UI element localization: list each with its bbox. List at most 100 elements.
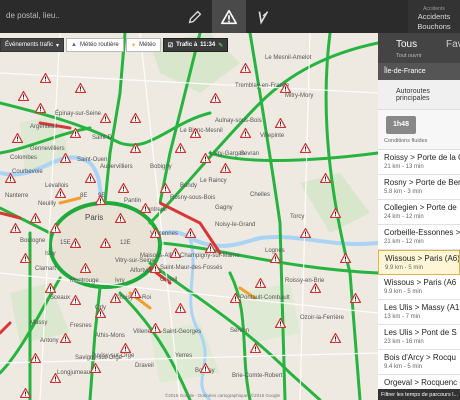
route-item[interactable]: Les Ulis > Massy (A1 13 km - 7 min (378, 300, 460, 325)
pencil-icon[interactable]: ✎ (218, 42, 223, 49)
hazard-warning-icon[interactable] (220, 163, 231, 173)
accidents-bouchons-button[interactable]: Accidents Accidents Bouchons (408, 0, 460, 33)
hazard-warning-icon[interactable] (330, 333, 341, 343)
route-item[interactable]: Roissy > Porte de la C 21 km - 13 min (378, 150, 460, 175)
hazard-warning-icon[interactable] (118, 183, 129, 193)
hazard-warning-icon[interactable] (170, 248, 181, 258)
hazard-warning-icon[interactable] (240, 128, 251, 138)
hazard-warning-icon[interactable] (300, 228, 311, 238)
pencil-icon (188, 10, 202, 23)
hazard-warning-icon[interactable] (300, 143, 311, 153)
hazard-warning-icon[interactable] (85, 173, 96, 183)
hazard-warning-icon[interactable] (20, 253, 31, 263)
hazard-warning-icon[interactable] (90, 363, 101, 373)
hazard-warning-icon[interactable] (210, 93, 221, 103)
hazard-warning-icon[interactable] (150, 323, 161, 333)
hazard-warning-icon[interactable] (70, 238, 81, 248)
tab-favoris[interactable]: Favo (446, 39, 460, 50)
hazard-warning-icon[interactable] (330, 208, 341, 218)
hazard-warning-icon[interactable] (230, 293, 241, 303)
hazard-warning-icon[interactable] (80, 263, 91, 273)
hazard-warning-icon[interactable] (55, 188, 66, 198)
hazard-warning-icon[interactable] (70, 128, 81, 138)
hazard-warning-icon[interactable] (95, 195, 106, 205)
hazard-warning-icon[interactable] (270, 253, 281, 263)
route-item[interactable]: Rosny > Porte de Ber 5.8 km - 3 min (378, 175, 460, 200)
warning-tool-button[interactable] (212, 0, 246, 33)
hazard-warning-icon[interactable] (205, 243, 216, 253)
hazard-warning-icon[interactable] (280, 83, 291, 93)
hazard-warning-icon[interactable] (40, 73, 51, 83)
hazard-warning-icon[interactable] (275, 118, 286, 128)
hazard-warning-icon[interactable] (250, 343, 261, 353)
check-tool-button[interactable] (246, 0, 280, 33)
hazard-warning-icon[interactable] (10, 223, 21, 233)
hazard-warning-icon[interactable] (100, 238, 111, 248)
hazard-warning-icon[interactable] (185, 228, 196, 238)
trafic-label: Trafic à (176, 42, 198, 48)
meteo-toggle[interactable]: ☀ Météo (125, 38, 161, 52)
traffic-map[interactable]: Argenteuil Saint-D Saint-Ouen Aubervilli… (0, 33, 378, 400)
hazard-warning-icon[interactable] (130, 288, 141, 298)
hazard-warning-icon[interactable] (175, 143, 186, 153)
expand-all-link[interactable]: Tout ouvrir (396, 53, 422, 59)
hazard-warning-icon[interactable] (130, 113, 141, 123)
hazard-warning-icon[interactable] (200, 153, 211, 163)
hazard-warning-icon[interactable] (50, 373, 61, 383)
hazard-warning-icon[interactable] (160, 183, 171, 193)
hazard-warning-icon[interactable] (175, 303, 186, 313)
hazard-warning-icon[interactable] (190, 128, 201, 138)
search-box[interactable]: de postal, lieu... (0, 0, 60, 33)
hazard-warning-icon[interactable] (60, 333, 71, 343)
hazard-warning-icon[interactable] (5, 173, 16, 183)
hazard-warning-icon[interactable] (20, 388, 31, 398)
map-label-antony: Antony (40, 338, 59, 344)
hazard-warning-icon[interactable] (50, 223, 61, 233)
filter-footer[interactable]: Filtrer les temps de parcours l... (378, 389, 460, 400)
hazard-warning-icon[interactable] (70, 295, 81, 305)
hazard-warning-icon[interactable] (310, 283, 321, 293)
hazard-warning-icon[interactable] (30, 353, 41, 363)
trafic-toggle[interactable]: ☑ Trafic à 11:34 ✎ (162, 38, 229, 52)
map-label-fresnes: Fresnes (70, 323, 92, 329)
route-item[interactable]: Corbeille-Essonnes > 21 km - 12 min (378, 225, 460, 250)
tab-tous[interactable]: Tous (396, 39, 417, 50)
hazard-warning-icon[interactable] (18, 91, 29, 101)
hazard-warning-icon[interactable] (340, 253, 351, 263)
route-item[interactable]: Wissous > Paris (A6 9.9 km - 5 min (378, 275, 460, 300)
checkbox-icon[interactable]: ☑ (168, 42, 173, 49)
hazard-warning-icon[interactable] (320, 173, 331, 183)
pencil-tool-button[interactable] (178, 0, 212, 33)
hazard-warning-icon[interactable] (240, 63, 251, 73)
hazard-warning-icon[interactable] (275, 318, 286, 328)
hazard-warning-icon[interactable] (255, 278, 266, 288)
hazard-warning-icon[interactable] (130, 143, 141, 153)
meteo-routiere-toggle[interactable]: ▲ Météo routière (66, 38, 124, 52)
route-name: Wissous > Paris (A6) (385, 254, 460, 263)
hazard-warning-icon[interactable] (75, 83, 86, 93)
hazard-warning-icon[interactable] (140, 203, 151, 213)
hazard-warning-icon[interactable] (200, 363, 211, 373)
map-label-mitry: Mitry-Mory (285, 93, 314, 99)
route-item[interactable]: Bois d'Arcy > Rocqu 9.4 km - 5 min (378, 350, 460, 375)
route-item[interactable]: Collegien > Porte de 24 km - 12 min (378, 200, 460, 225)
hazard-warning-icon[interactable] (12, 133, 23, 143)
route-item[interactable]: Wissous > Paris (A6) 9.9 km - 5 min (378, 250, 460, 275)
hazard-warning-icon[interactable] (150, 263, 161, 273)
region-header[interactable]: Île-de-France (378, 63, 460, 80)
route-item[interactable]: Les Ulis > Pont de S 23 km - 16 min (378, 325, 460, 350)
hazard-warning-icon[interactable] (35, 103, 46, 113)
hazard-warning-icon[interactable] (115, 213, 126, 223)
hazard-warning-icon[interactable] (45, 283, 56, 293)
hazard-warning-icon[interactable] (60, 153, 71, 163)
map-label-rosny: Rosny-sous-Bois (170, 195, 216, 201)
section-header[interactable]: Autoroutes principales (378, 80, 460, 110)
hazard-warning-icon[interactable] (100, 113, 111, 123)
hazard-warning-icon[interactable] (95, 308, 106, 318)
hazard-warning-icon[interactable] (110, 293, 121, 303)
events-filter-dropdown[interactable]: Événements trafic ▾ (0, 38, 65, 52)
hazard-warning-icon[interactable] (150, 228, 161, 238)
hazard-warning-icon[interactable] (120, 343, 131, 353)
hazard-warning-icon[interactable] (30, 213, 41, 223)
hazard-warning-icon[interactable] (350, 293, 361, 303)
